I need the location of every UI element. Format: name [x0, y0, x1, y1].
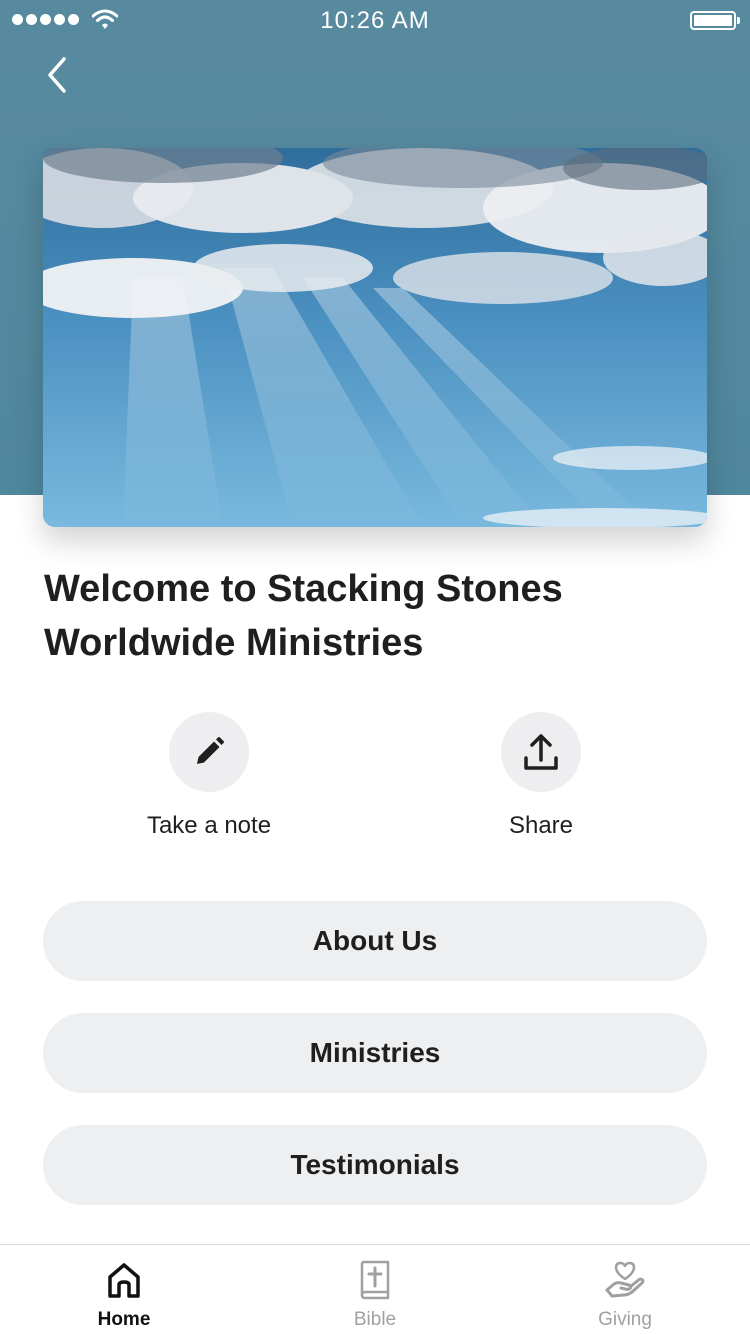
tab-bible[interactable]: Bible — [300, 1259, 450, 1331]
testimonials-button[interactable]: Testimonials — [43, 1125, 707, 1205]
tab-bar: Home Bible Giving — [0, 1244, 750, 1334]
home-icon — [108, 1263, 140, 1298]
tab-bible-label: Bible — [353, 1309, 397, 1330]
take-note-label: Take a note — [146, 812, 272, 839]
battery-fill — [694, 15, 732, 26]
pencil-icon — [197, 737, 224, 764]
chevron-left-icon — [48, 57, 66, 93]
share-circle — [501, 712, 581, 792]
about-us-button[interactable]: About Us — [43, 901, 707, 981]
back-button[interactable] — [40, 52, 80, 98]
status-bar: 10:26 AM — [0, 0, 750, 40]
tab-giving-label: Giving — [598, 1309, 652, 1330]
ministries-button[interactable]: Ministries — [43, 1013, 707, 1093]
tab-home[interactable]: Home — [49, 1259, 199, 1331]
share-label: Share — [508, 812, 574, 839]
share-upload-icon — [524, 734, 558, 770]
page-title: Welcome to Stacking Stones Worldwide Min… — [44, 568, 563, 664]
share-button[interactable]: Share — [441, 712, 641, 840]
giving-hand-heart-icon — [605, 1261, 645, 1298]
hero-image — [43, 148, 707, 527]
take-note-button[interactable]: Take a note — [109, 712, 309, 840]
status-time: 10:26 AM — [320, 7, 430, 34]
take-note-circle — [169, 712, 249, 792]
battery-icon — [690, 11, 740, 30]
bible-icon — [360, 1260, 390, 1300]
tab-giving[interactable]: Giving — [550, 1259, 700, 1331]
tab-home-label: Home — [97, 1309, 151, 1330]
sky-clouds-image — [43, 148, 707, 527]
